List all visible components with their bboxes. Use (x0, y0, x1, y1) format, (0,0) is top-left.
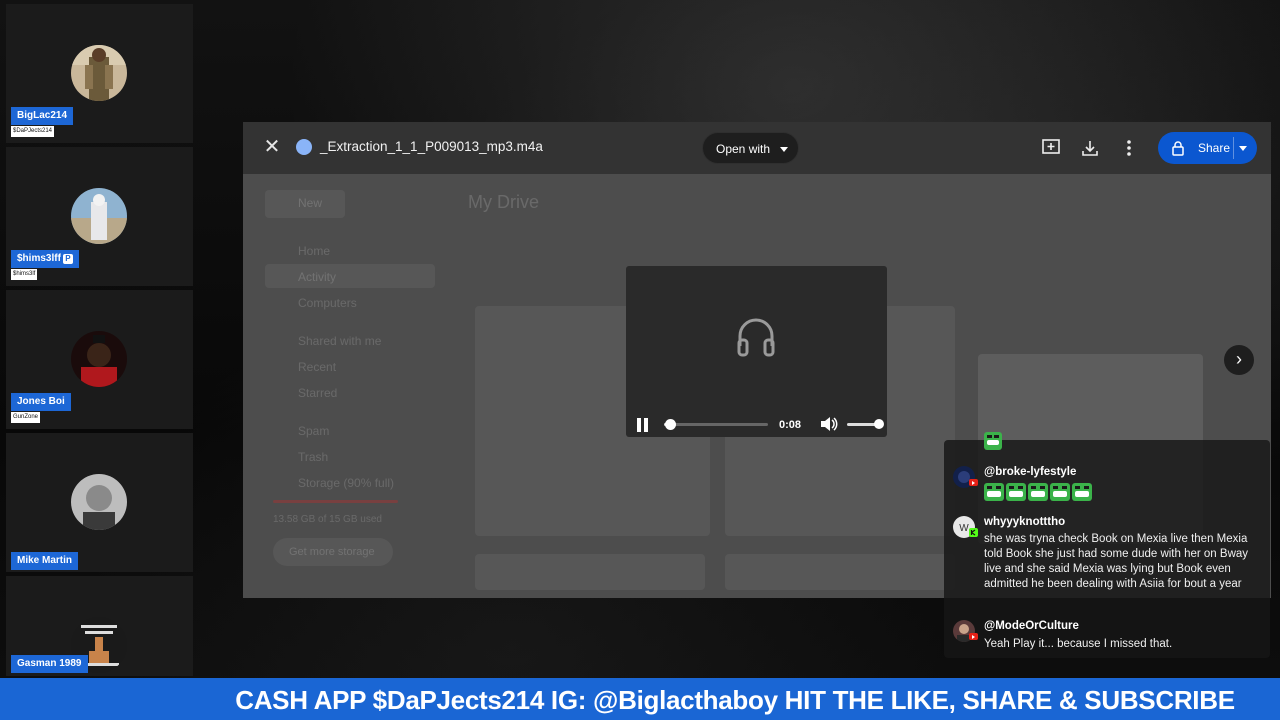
participant-name: Jones Boi (11, 393, 71, 411)
add-comment-icon[interactable] (1041, 138, 1061, 158)
download-icon[interactable] (1080, 138, 1100, 158)
drive-toolbar: ✕ _Extraction_1_1_P009013_mp3.m4a Open w… (243, 122, 1271, 174)
participant-tile[interactable]: $hims3lff P $hims3lf (6, 147, 193, 286)
pepe-emote-icon (984, 483, 1004, 501)
bg-nav-home: Home (298, 244, 331, 258)
bg-nav-computers: Computers (298, 296, 357, 310)
share-label: Share (1198, 141, 1231, 155)
more-options-icon[interactable] (1119, 138, 1139, 158)
participant-name: Gasman 1989 (11, 655, 88, 673)
headphones-icon (737, 318, 775, 357)
chat-username: @ModeOrCulture (984, 620, 1079, 632)
pepe-emote-icon (1050, 483, 1070, 501)
pepe-emote-icon (1028, 483, 1048, 501)
lock-icon (1172, 141, 1184, 156)
participant-name: BigLac214 (11, 107, 74, 125)
avatar (71, 474, 127, 530)
participant-name: Mike Martin (11, 552, 79, 570)
chat-overlay: @broke-lyfestyle W whyyyknotttho she was… (944, 432, 1270, 658)
pepe-emote-icon (1006, 483, 1026, 501)
avatar (71, 45, 127, 101)
kick-icon (969, 528, 978, 537)
bg-storage-button: Get more storage (289, 546, 375, 558)
bg-nav-shared: Shared with me (298, 334, 382, 348)
participant-subtitle: $DaPJects214 (11, 126, 55, 137)
participant-tile[interactable]: BigLac214 $DaPJects214 (6, 4, 193, 143)
participant-name: $hims3lff P (11, 250, 79, 268)
share-button[interactable]: Share (1158, 132, 1257, 164)
participant-subtitle: GunZone (11, 412, 41, 423)
chat-text: Yeah Play it... because I missed that. (984, 638, 1173, 650)
progress-slider[interactable] (664, 419, 768, 430)
chevron-down-icon[interactable] (1239, 146, 1247, 151)
elapsed-time: 0:08 (779, 419, 802, 431)
participant-name-text: $hims3lff (17, 253, 61, 264)
youtube-icon (969, 633, 978, 640)
participant-badge: P (62, 254, 73, 264)
audio-player: 0:08 (626, 266, 887, 437)
youtube-icon (969, 479, 978, 486)
bg-nav-spam: Spam (298, 424, 330, 438)
bg-new: New (298, 196, 323, 210)
banner-text: CASH APP $DaPJects214 IG: @Biglacthaboy … (235, 685, 1235, 715)
avatar (71, 188, 127, 244)
chevron-down-icon (780, 147, 788, 152)
file-name: _Extraction_1_1_P009013_mp3.m4a (320, 139, 543, 154)
participant-tile[interactable]: Jones Boi GunZone (6, 290, 193, 429)
bg-nav-activity: Activity (298, 270, 337, 284)
volume-thumb[interactable] (874, 419, 884, 429)
participant-tile[interactable]: Mike Martin (6, 433, 193, 572)
svg-text:W: W (959, 523, 969, 534)
open-with-label: Open with (716, 142, 771, 156)
close-icon[interactable]: ✕ (261, 136, 283, 158)
pepe-emote-icon (1072, 483, 1092, 501)
bg-nav-trash: Trash (298, 450, 329, 464)
bg-nav-storage: Storage (90% full) (298, 476, 395, 490)
bg-nav-starred: Starred (298, 386, 338, 400)
pepe-emote-icon (984, 432, 1002, 450)
bg-storage-used: 13.58 GB of 15 GB used (273, 514, 382, 525)
promo-banner: CASH APP $DaPJects214 IG: @Biglacthaboy … (0, 678, 1280, 720)
participant-sidebar: BigLac214 $DaPJects214 $hims3lff P $hims3… (6, 4, 194, 680)
audio-file-icon (296, 139, 312, 155)
participant-subtitle: $hims3lf (11, 269, 38, 280)
next-arrow-button[interactable]: › (1224, 345, 1254, 375)
pause-button[interactable] (636, 418, 650, 432)
audio-artwork (626, 266, 887, 397)
bg-nav-recent: Recent (298, 360, 337, 374)
progress-thumb[interactable] (665, 419, 677, 430)
bg-title: My Drive (468, 192, 539, 212)
chat-username: whyyyknotttho (984, 516, 1066, 528)
chat-emotes (984, 483, 1094, 506)
participant-tile[interactable]: Gasman 1989 (6, 576, 193, 676)
chat-username: @broke-lyfestyle (984, 466, 1077, 478)
chat-text: she was tryna check Book on Mexia live t… (984, 533, 1249, 590)
player-controls: 0:08 (626, 410, 887, 437)
open-with-button[interactable]: Open with (702, 132, 799, 164)
volume-icon[interactable] (820, 416, 838, 432)
avatar (71, 331, 127, 387)
